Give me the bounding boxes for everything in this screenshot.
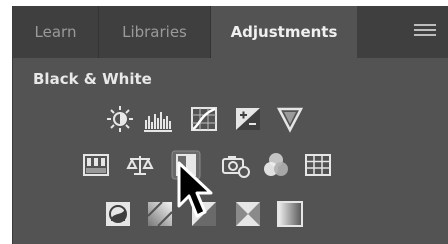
tab-adjustments[interactable]: Adjustments bbox=[211, 6, 357, 58]
exposure-icon[interactable] bbox=[233, 104, 263, 134]
color-balance-icon[interactable] bbox=[125, 150, 155, 180]
gradient-map-icon[interactable] bbox=[275, 199, 305, 229]
invert-icon[interactable] bbox=[103, 199, 133, 229]
posterize-icon[interactable] bbox=[145, 199, 175, 229]
levels-icon[interactable] bbox=[143, 104, 173, 134]
brightness-contrast-icon[interactable] bbox=[105, 104, 135, 134]
tab-libraries[interactable]: Libraries bbox=[99, 6, 211, 58]
panel-tab-bar: Learn Libraries Adjustments bbox=[13, 6, 448, 58]
tab-learn[interactable]: Learn bbox=[13, 6, 99, 58]
vibrance-icon[interactable] bbox=[275, 104, 305, 134]
panel-title: Black & White bbox=[33, 70, 152, 88]
hue-saturation-icon[interactable] bbox=[81, 150, 111, 180]
channel-mixer-icon[interactable] bbox=[261, 150, 291, 180]
adjustments-panel: Learn Libraries Adjustments Black & Whit… bbox=[12, 6, 448, 244]
curves-icon[interactable] bbox=[189, 104, 219, 134]
color-lookup-icon[interactable] bbox=[303, 150, 333, 180]
panel-menu-icon[interactable] bbox=[414, 24, 436, 40]
mouse-pointer-icon bbox=[176, 160, 216, 224]
photo-filter-icon[interactable] bbox=[221, 150, 251, 180]
selective-color-icon[interactable] bbox=[233, 199, 263, 229]
